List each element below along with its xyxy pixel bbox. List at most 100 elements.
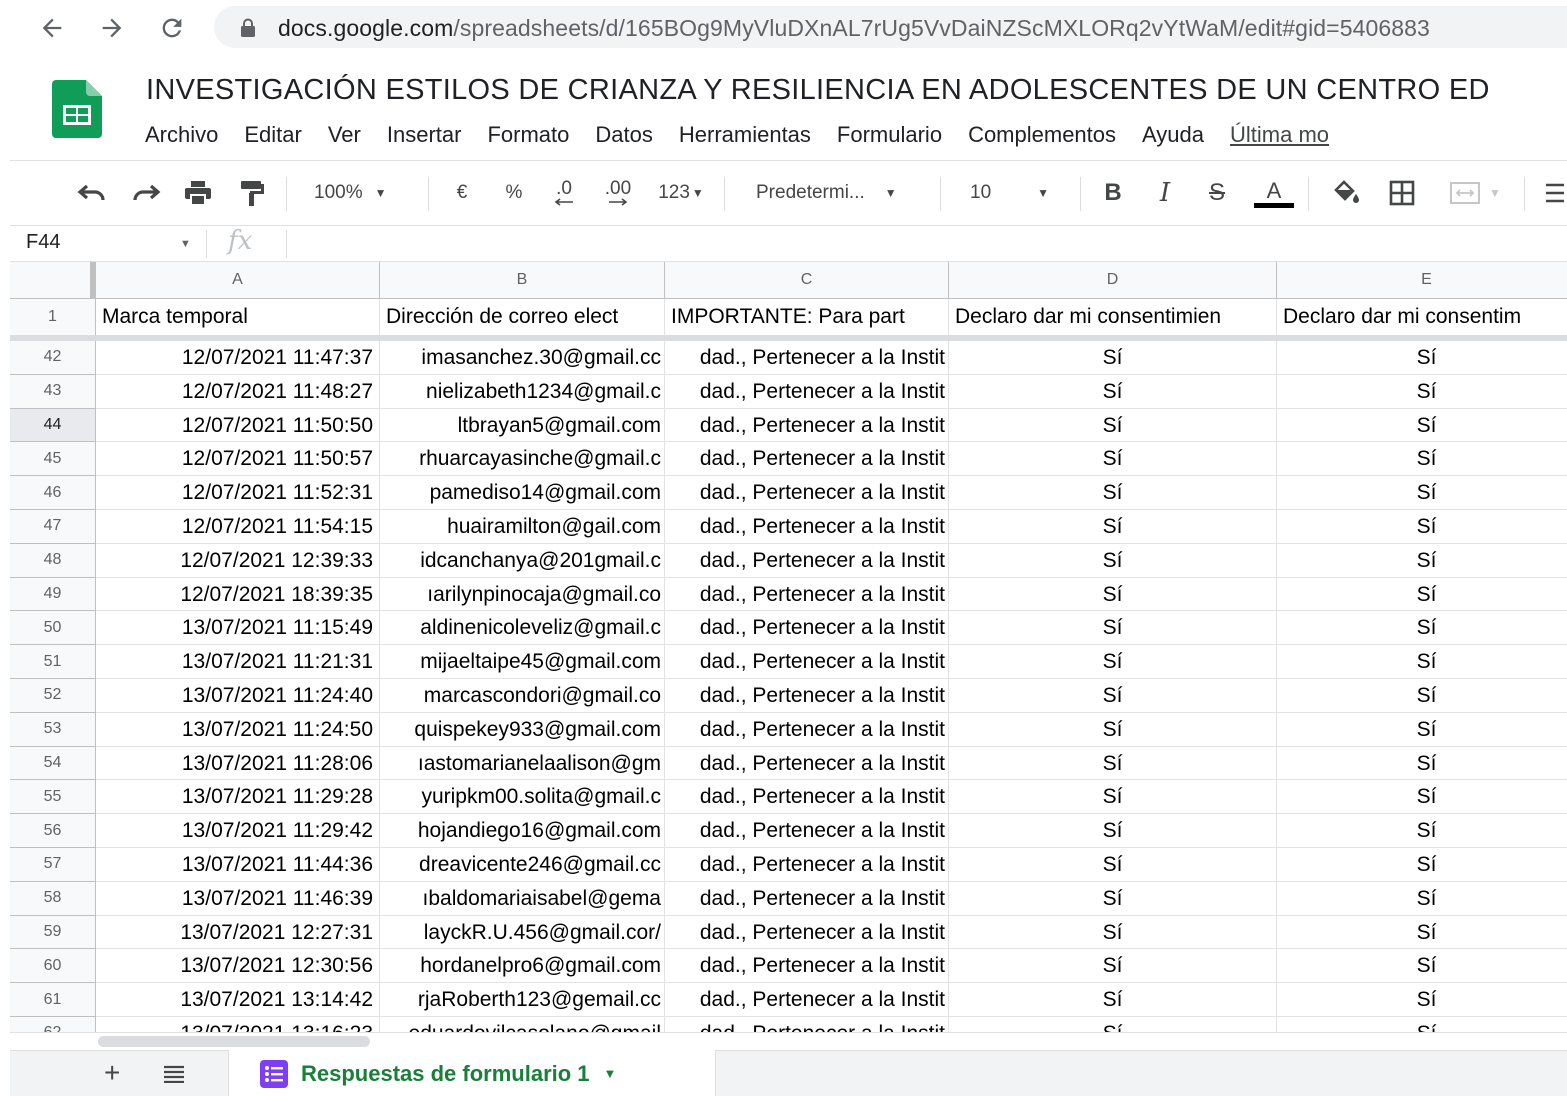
- email-cell[interactable]: pamediso14@gmail.com: [380, 476, 665, 510]
- email-cell[interactable]: imasanchez.30@gmail.cc: [380, 341, 665, 375]
- email-cell[interactable]: aldinenicoleveliz@gmail.c: [380, 611, 665, 646]
- row-header[interactable]: 61: [10, 983, 96, 1017]
- consent-cell[interactable]: Sí: [1277, 510, 1567, 544]
- email-cell[interactable]: nielizabeth1234@gmail.c: [380, 374, 665, 409]
- consent-cell[interactable]: Sí: [949, 881, 1277, 916]
- more-formats-button[interactable]: 123 ▼: [650, 175, 712, 211]
- timestamp-cell[interactable]: 12/07/2021 18:39:35: [96, 577, 380, 612]
- email-cell[interactable]: yuripkm00.solita@gmail.c: [380, 780, 665, 815]
- consent-cell[interactable]: Sí: [1277, 949, 1567, 984]
- menu-ayuda[interactable]: Ayuda: [1129, 118, 1217, 152]
- borders-button[interactable]: [1384, 175, 1420, 211]
- row-header[interactable]: 50: [10, 611, 96, 646]
- important-cell[interactable]: dad., Pertenecer a la Instit: [665, 408, 949, 443]
- row-header[interactable]: 52: [10, 679, 96, 713]
- paint-format-button[interactable]: [234, 175, 270, 211]
- undo-button[interactable]: [74, 175, 110, 211]
- email-cell[interactable]: rhuarcayasinche@gmail.c: [380, 442, 665, 477]
- consent-cell[interactable]: Sí: [1277, 476, 1567, 510]
- header-cell-c[interactable]: IMPORTANTE: Para part: [665, 299, 949, 336]
- menu-formato[interactable]: Formato: [474, 118, 582, 152]
- email-cell[interactable]: ıbaldomariaisabel@gema: [380, 881, 665, 916]
- consent-cell[interactable]: Sí: [1277, 780, 1567, 815]
- important-cell[interactable]: dad., Pertenecer a la Instit: [665, 510, 949, 544]
- timestamp-cell[interactable]: 13/07/2021 11:24:50: [96, 712, 380, 747]
- menu-herramientas[interactable]: Herramientas: [666, 118, 824, 152]
- row-header[interactable]: 56: [10, 814, 96, 848]
- zoom-select[interactable]: 100% ▼: [314, 175, 424, 211]
- menu-complementos[interactable]: Complementos: [955, 118, 1129, 152]
- important-cell[interactable]: dad., Pertenecer a la Instit: [665, 881, 949, 916]
- chevron-down-icon[interactable]: ▼: [180, 238, 191, 250]
- consent-cell[interactable]: Sí: [1277, 882, 1567, 916]
- timestamp-cell[interactable]: 12/07/2021 11:52:31: [96, 476, 380, 510]
- consent-cell[interactable]: Sí: [1277, 442, 1567, 477]
- email-cell[interactable]: mijaeltaipe45@gmail.com: [380, 645, 665, 679]
- important-cell[interactable]: dad., Pertenecer a la Instit: [665, 611, 949, 646]
- consent-cell[interactable]: Sí: [949, 510, 1277, 544]
- row-header[interactable]: 57: [10, 848, 96, 882]
- consent-cell[interactable]: Sí: [949, 983, 1277, 1017]
- redo-button[interactable]: [128, 175, 164, 211]
- consent-cell[interactable]: Sí: [1277, 645, 1567, 679]
- timestamp-cell[interactable]: 12/07/2021 12:39:33: [96, 543, 380, 578]
- row-header[interactable]: 55: [10, 780, 96, 815]
- row-header[interactable]: 58: [10, 881, 96, 916]
- bold-button[interactable]: B: [1098, 175, 1128, 211]
- row-header[interactable]: 60: [10, 949, 96, 984]
- important-cell[interactable]: dad., Pertenecer a la Instit: [665, 814, 949, 848]
- timestamp-cell[interactable]: 12/07/2021 11:47:37: [96, 341, 380, 375]
- row-header[interactable]: 62: [10, 1017, 96, 1032]
- email-cell[interactable]: /layckR.U.456@gmail.cor: [380, 915, 665, 950]
- email-cell[interactable]: hordanelpro6@gmail.com: [380, 949, 665, 984]
- consent-cell[interactable]: Sí: [949, 611, 1277, 646]
- consent-cell[interactable]: Sí: [949, 476, 1277, 510]
- timestamp-cell[interactable]: 13/07/2021 13:14:42: [96, 983, 380, 1017]
- important-cell[interactable]: dad., Pertenecer a la Instit: [665, 543, 949, 578]
- important-cell[interactable]: dad., Pertenecer a la Instit: [665, 949, 949, 984]
- timestamp-cell[interactable]: 12/07/2021 11:48:27: [96, 374, 380, 409]
- row-header[interactable]: 45: [10, 442, 96, 477]
- important-cell[interactable]: dad., Pertenecer a la Instit: [665, 983, 949, 1017]
- strikethrough-button[interactable]: S: [1202, 175, 1232, 211]
- important-cell[interactable]: dad., Pertenecer a la Instit: [665, 476, 949, 510]
- row-header[interactable]: 48: [10, 543, 96, 578]
- forward-button[interactable]: [94, 10, 130, 46]
- timestamp-cell[interactable]: 12/07/2021 11:50:57: [96, 442, 380, 477]
- chevron-down-icon[interactable]: ▼: [604, 1066, 617, 1081]
- all-sheets-icon[interactable]: [162, 1065, 186, 1083]
- email-cell[interactable]: idcanchanya@201gmail.c: [380, 543, 665, 578]
- timestamp-cell[interactable]: 13/07/2021 11:29:28: [96, 780, 380, 815]
- row-header[interactable]: 46: [10, 476, 96, 510]
- document-title[interactable]: INVESTIGACIÓN ESTILOS DE CRIANZA Y RESIL…: [146, 74, 1490, 107]
- important-cell[interactable]: dad., Pertenecer a la Instit: [665, 679, 949, 713]
- consent-cell[interactable]: Sí: [1277, 814, 1567, 848]
- consent-cell[interactable]: Sí: [949, 341, 1277, 375]
- consent-cell[interactable]: Sí: [949, 780, 1277, 815]
- timestamp-cell[interactable]: 13/07/2021 12:30:56: [96, 949, 380, 984]
- font-select[interactable]: Predetermi... ▼: [756, 175, 932, 211]
- consent-cell[interactable]: Sí: [1277, 611, 1567, 646]
- consent-cell[interactable]: Sí: [1277, 409, 1567, 443]
- row-header[interactable]: 47: [10, 510, 96, 544]
- fill-color-button[interactable]: [1328, 175, 1364, 211]
- timestamp-cell[interactable]: 13/07/2021 11:29:42: [96, 814, 380, 848]
- timestamp-cell[interactable]: 13/07/2021 13:16:23: [96, 1017, 380, 1032]
- email-cell[interactable]: ıarilynpinocaja@gmail.co: [380, 577, 665, 612]
- column-header-d[interactable]: D: [949, 262, 1277, 299]
- consent-cell[interactable]: Sí: [1277, 679, 1567, 713]
- timestamp-cell[interactable]: 12/07/2021 11:54:15: [96, 510, 380, 544]
- name-box[interactable]: F44: [26, 231, 60, 254]
- menu-insertar[interactable]: Insertar: [374, 118, 475, 152]
- important-cell[interactable]: dad., Pertenecer a la Instit: [665, 746, 949, 781]
- last-edit-link[interactable]: Última mo: [1217, 118, 1342, 152]
- back-button[interactable]: [34, 10, 70, 46]
- consent-cell[interactable]: Sí: [1277, 1017, 1567, 1032]
- consent-cell[interactable]: Sí: [949, 746, 1277, 781]
- timestamp-cell[interactable]: 13/07/2021 11:28:06: [96, 746, 380, 781]
- consent-cell[interactable]: Sí: [949, 712, 1277, 747]
- email-cell[interactable]: eduardovilcasolano@gmail: [380, 1017, 665, 1032]
- row-header[interactable]: 42: [10, 341, 96, 375]
- timestamp-cell[interactable]: 13/07/2021 11:21:31: [96, 645, 380, 679]
- important-cell[interactable]: dad., Pertenecer a la Instit: [665, 712, 949, 747]
